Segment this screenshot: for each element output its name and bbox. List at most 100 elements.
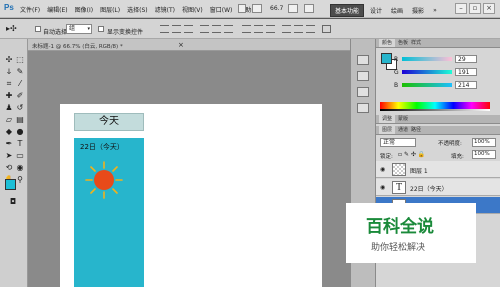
shape-tool-icon[interactable]: ▭ (15, 151, 25, 161)
eye-icon[interactable]: ◉ (380, 166, 385, 173)
lasso-tool-icon[interactable]: ↆ (4, 67, 14, 77)
distribute-right-icon[interactable] (306, 25, 315, 33)
blur-tool-icon[interactable]: ◆ (4, 127, 14, 137)
lock-icons[interactable]: ▫ ✎ ✣ 🔒 (398, 151, 425, 158)
3d-camera-icon[interactable]: ◉ (15, 163, 25, 173)
tab-swatches[interactable]: 色板 (398, 39, 408, 47)
menu-file[interactable]: 文件(F) (20, 5, 40, 14)
menu-edit[interactable]: 编辑(E) (47, 5, 67, 14)
color-spectrum-bar[interactable] (380, 102, 490, 109)
menu-image[interactable]: 图像(I) (75, 5, 93, 14)
distribute-vcenter-icon[interactable] (254, 25, 263, 33)
align-left-icon[interactable] (200, 25, 209, 33)
grayscale-ramp[interactable] (380, 109, 490, 111)
align-top-icon[interactable] (160, 25, 169, 33)
workspace-switcher: 基本功能 设计 绘画 摄影 » (330, 4, 440, 17)
tab-styles[interactable]: 样式 (411, 39, 421, 47)
menu-filter[interactable]: 滤镜(T) (155, 5, 175, 14)
move-tool-icon[interactable]: ✣ (4, 55, 14, 65)
blue-value-field[interactable]: 214 (455, 81, 477, 89)
show-transform-checkbox[interactable] (98, 26, 104, 32)
maximize-icon[interactable]: ▫ (469, 3, 481, 14)
zoom-level[interactable]: 66.7 (270, 5, 283, 12)
auto-select-dropdown[interactable]: 组 ▾ (66, 24, 92, 34)
tab-paths[interactable]: 路径 (411, 126, 421, 134)
workspace-essentials[interactable]: 基本功能 (330, 4, 365, 17)
blue-slider[interactable] (402, 83, 452, 87)
character-panel-icon[interactable] (357, 87, 369, 97)
green-value-field[interactable]: 191 (455, 68, 477, 76)
tab-adjustments[interactable]: 调整 (379, 115, 396, 123)
tab-masks[interactable]: 蒙版 (398, 115, 408, 123)
brush-tool-icon[interactable]: ✐ (15, 91, 25, 101)
align-hcenter-icon[interactable] (212, 25, 221, 33)
menu-view[interactable]: 视图(V) (182, 5, 203, 14)
red-slider[interactable] (402, 57, 452, 61)
close-document-icon[interactable]: × (178, 41, 184, 49)
actions-panel-icon[interactable] (357, 71, 369, 81)
path-select-icon[interactable]: ➤ (4, 151, 14, 161)
opacity-field[interactable]: 100% (472, 138, 496, 147)
menu-layer[interactable]: 图层(L) (100, 5, 120, 14)
layer-row[interactable]: ◉ 图层 1 (376, 161, 500, 178)
align-bottom-icon[interactable] (184, 25, 193, 33)
eyedropper-tool-icon[interactable]: ⁄ (15, 79, 25, 89)
workspace-painting[interactable]: 绘画 (388, 5, 406, 16)
eye-icon[interactable]: ◉ (380, 184, 385, 191)
distribute-bottom-icon[interactable] (266, 25, 275, 33)
align-right-icon[interactable] (224, 25, 233, 33)
document-tab[interactable]: 未标题-1 @ 66.7% (白云, RGB/8) * × (28, 39, 350, 51)
zoom-tool-icon[interactable]: ⚲ (15, 175, 25, 185)
distribute-top-icon[interactable] (242, 25, 251, 33)
text-layer-icon: T (392, 181, 406, 194)
arrange-documents-icon[interactable] (288, 4, 298, 13)
distribute-hcenter-icon[interactable] (294, 25, 303, 33)
tab-color[interactable]: 颜色 (379, 39, 396, 47)
close-icon[interactable]: × (483, 3, 495, 14)
quick-select-tool-icon[interactable]: ✎ (15, 67, 25, 77)
bridge-icon[interactable] (238, 4, 246, 13)
dodge-tool-icon[interactable]: ● (15, 127, 25, 137)
menu-bar: Ps 文件(F) 编辑(E) 图像(I) 图层(L) 选择(S) 滤镜(T) 视… (0, 0, 500, 18)
menu-window[interactable]: 窗口(W) (210, 5, 233, 14)
red-value-field[interactable]: 29 (455, 55, 477, 63)
align-vcenter-icon[interactable] (172, 25, 181, 33)
distribute-left-icon[interactable] (282, 25, 291, 33)
history-brush-icon[interactable]: ↺ (15, 103, 25, 113)
show-transform-label: 显示变换控件 (107, 29, 144, 36)
workspace-photography[interactable]: 摄影 (409, 5, 427, 16)
screen-mode-icon[interactable] (304, 4, 314, 13)
minimize-icon[interactable]: – (455, 3, 467, 14)
foreground-color-swatch[interactable] (5, 179, 16, 190)
tab-layers[interactable]: 图层 (379, 126, 396, 134)
type-tool-icon[interactable]: T (15, 139, 25, 149)
auto-select-checkbox[interactable] (35, 26, 41, 32)
history-panel-icon[interactable] (357, 55, 369, 65)
workspace-design[interactable]: 设计 (367, 5, 385, 16)
fill-field[interactable]: 100% (472, 150, 496, 159)
layer-name: 图层 1 (410, 168, 428, 175)
gradient-tool-icon[interactable]: ▤ (15, 115, 25, 125)
paragraph-panel-icon[interactable] (357, 103, 369, 113)
marquee-tool-icon[interactable]: ⬚ (15, 55, 25, 65)
auto-align-icon[interactable] (322, 25, 331, 33)
green-slider[interactable] (402, 70, 452, 74)
mini-bridge-icon[interactable] (252, 4, 262, 13)
clone-stamp-icon[interactable]: ♟ (4, 103, 14, 113)
move-tool-preset-icon[interactable]: ▸✣ (6, 24, 17, 33)
eraser-tool-icon[interactable]: ▱ (4, 115, 14, 125)
fill-label: 填充: (451, 154, 464, 160)
blend-mode-dropdown[interactable]: 正常 (380, 138, 416, 147)
3d-rotate-icon[interactable]: ⟲ (4, 163, 14, 173)
crop-tool-icon[interactable]: ⌗ (4, 79, 14, 89)
color-panel-foreground-swatch[interactable] (381, 53, 392, 64)
healing-brush-icon[interactable]: ✚ (4, 91, 14, 101)
menu-select[interactable]: 选择(S) (127, 5, 148, 14)
layer-row[interactable]: ◉ T 22日（今天） (376, 179, 500, 196)
tab-channels[interactable]: 通道 (398, 126, 408, 134)
pen-tool-icon[interactable]: ✒ (4, 139, 14, 149)
workspace-more[interactable]: » (430, 6, 440, 15)
quick-mask-icon[interactable]: ◘ (8, 197, 18, 207)
opacity-label: 不透明度: (438, 141, 462, 147)
canvas-date-text: 22日（今天） (80, 143, 124, 151)
